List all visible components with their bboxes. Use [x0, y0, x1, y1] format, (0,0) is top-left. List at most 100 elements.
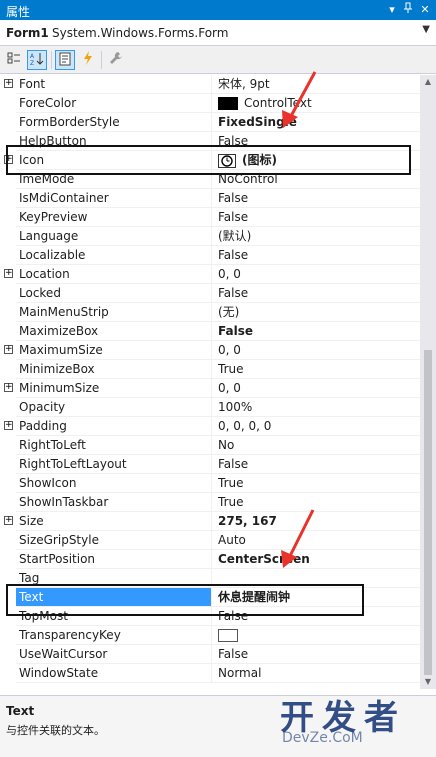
property-row[interactable]: IsMdiContainer False	[0, 189, 420, 208]
scroll-thumb[interactable]	[424, 350, 432, 675]
property-value[interactable]: False	[212, 284, 420, 303]
property-name[interactable]: Font	[16, 75, 212, 94]
property-name[interactable]: WindowState	[16, 664, 212, 683]
property-pages-button[interactable]	[106, 50, 126, 70]
expand-plus-icon[interactable]: +	[4, 155, 13, 164]
property-row[interactable]: Language (默认)	[0, 227, 420, 246]
property-row[interactable]: ShowInTaskbar True	[0, 493, 420, 512]
expand-plus-icon[interactable]: +	[4, 79, 13, 88]
object-selector[interactable]: Form1 System.Windows.Forms.Form ▼	[0, 20, 436, 46]
property-row[interactable]: + MinimumSize 0, 0	[0, 379, 420, 398]
property-name[interactable]: ShowInTaskbar	[16, 493, 212, 512]
property-value[interactable]: False	[212, 208, 420, 227]
property-row[interactable]: Opacity 100%	[0, 398, 420, 417]
property-name[interactable]: Padding	[16, 417, 212, 436]
property-row[interactable]: + Location 0, 0	[0, 265, 420, 284]
property-name[interactable]: Size	[16, 512, 212, 531]
property-value[interactable]: Normal	[212, 664, 420, 683]
property-row[interactable]: RightToLeft No	[0, 436, 420, 455]
property-row[interactable]: TransparencyKey	[0, 626, 420, 645]
property-row[interactable]: ForeColor ControlText	[0, 94, 420, 113]
property-row[interactable]: FormBorderStyle FixedSingle	[0, 113, 420, 132]
dropdown-icon[interactable]: ▾	[384, 2, 400, 18]
property-name[interactable]: MaximizeBox	[16, 322, 212, 341]
property-value[interactable]	[212, 626, 420, 645]
property-name[interactable]: KeyPreview	[16, 208, 212, 227]
property-row[interactable]: MaximizeBox False	[0, 322, 420, 341]
property-value[interactable]: ControlText	[212, 94, 420, 113]
property-name[interactable]: TopMost	[16, 607, 212, 626]
property-name[interactable]: Text	[16, 588, 212, 607]
property-value[interactable]: False	[212, 607, 420, 626]
property-value[interactable]: Auto	[212, 531, 420, 550]
property-name[interactable]: RightToLeft	[16, 436, 212, 455]
property-name[interactable]: Locked	[16, 284, 212, 303]
property-row[interactable]: WindowState Normal	[0, 664, 420, 683]
property-name[interactable]: StartPosition	[16, 550, 212, 569]
property-name[interactable]: FormBorderStyle	[16, 113, 212, 132]
expand-plus-icon[interactable]: +	[4, 516, 13, 525]
property-row[interactable]: Tag	[0, 569, 420, 588]
property-value[interactable]: 0, 0	[212, 341, 420, 360]
expand-plus-icon[interactable]: +	[4, 345, 13, 354]
chevron-down-icon[interactable]: ▼	[422, 24, 430, 35]
alphabetical-button[interactable]: AZ	[27, 50, 47, 70]
close-icon[interactable]: ✕	[417, 2, 433, 18]
property-value[interactable]: 宋体, 9pt	[212, 75, 420, 94]
property-row[interactable]: + Font 宋体, 9pt	[0, 75, 420, 94]
events-button[interactable]	[78, 50, 98, 70]
property-row[interactable]: ShowIcon True	[0, 474, 420, 493]
property-name[interactable]: Icon	[16, 151, 212, 170]
property-name[interactable]: MainMenuStrip	[16, 303, 212, 322]
expand-plus-icon[interactable]: +	[4, 269, 13, 278]
property-name[interactable]: Language	[16, 227, 212, 246]
property-name[interactable]: Localizable	[16, 246, 212, 265]
property-row[interactable]: MinimizeBox True	[0, 360, 420, 379]
property-name[interactable]: Tag	[16, 569, 212, 588]
property-row[interactable]: Localizable False	[0, 246, 420, 265]
expand-plus-icon[interactable]: +	[4, 383, 13, 392]
property-value[interactable]: 休息提醒闹钟	[212, 588, 420, 607]
property-row[interactable]: + Size 275, 167	[0, 512, 420, 531]
property-row[interactable]: + Icon (图标)	[0, 151, 420, 170]
property-value[interactable]: False	[212, 189, 420, 208]
property-value[interactable]: True	[212, 360, 420, 379]
property-value[interactable]: No	[212, 436, 420, 455]
property-value[interactable]: False	[212, 246, 420, 265]
pin-icon[interactable]	[400, 2, 416, 18]
properties-button[interactable]	[55, 50, 75, 70]
property-row[interactable]: SizeGripStyle Auto	[0, 531, 420, 550]
property-name[interactable]: MaximumSize	[16, 341, 212, 360]
property-name[interactable]: ImeMode	[16, 170, 212, 189]
property-row[interactable]: TopMost False	[0, 607, 420, 626]
property-value[interactable]: True	[212, 474, 420, 493]
property-row[interactable]: StartPosition CenterScreen	[0, 550, 420, 569]
property-value[interactable]: CenterScreen	[212, 550, 420, 569]
property-value[interactable]: False	[212, 455, 420, 474]
property-row[interactable]: MainMenuStrip (无)	[0, 303, 420, 322]
categorized-button[interactable]	[4, 50, 24, 70]
property-row[interactable]: KeyPreview False	[0, 208, 420, 227]
property-value[interactable]: FixedSingle	[212, 113, 420, 132]
property-value[interactable]: (图标)	[212, 151, 420, 170]
property-row[interactable]: HelpButton False	[0, 132, 420, 151]
property-name[interactable]: MinimumSize	[16, 379, 212, 398]
property-name[interactable]: Opacity	[16, 398, 212, 417]
property-row[interactable]: + Padding 0, 0, 0, 0	[0, 417, 420, 436]
property-value[interactable]: 0, 0, 0, 0	[212, 417, 420, 436]
property-value[interactable]: False	[212, 645, 420, 664]
property-row[interactable]: Text 休息提醒闹钟	[0, 588, 420, 607]
property-name[interactable]: UseWaitCursor	[16, 645, 212, 664]
property-grid[interactable]: + Font 宋体, 9pt ForeColor ControlText FormBord…	[0, 75, 436, 689]
property-row[interactable]: Locked False	[0, 284, 420, 303]
property-value[interactable]: False	[212, 322, 420, 341]
property-value[interactable]: (默认)	[212, 227, 420, 246]
property-name[interactable]: ForeColor	[16, 94, 212, 113]
property-value[interactable]: True	[212, 493, 420, 512]
expand-plus-icon[interactable]: +	[4, 421, 13, 430]
property-value[interactable]: 0, 0	[212, 265, 420, 284]
property-value[interactable]	[212, 569, 420, 588]
property-name[interactable]: Location	[16, 265, 212, 284]
property-name[interactable]: SizeGripStyle	[16, 531, 212, 550]
property-name[interactable]: RightToLeftLayout	[16, 455, 212, 474]
